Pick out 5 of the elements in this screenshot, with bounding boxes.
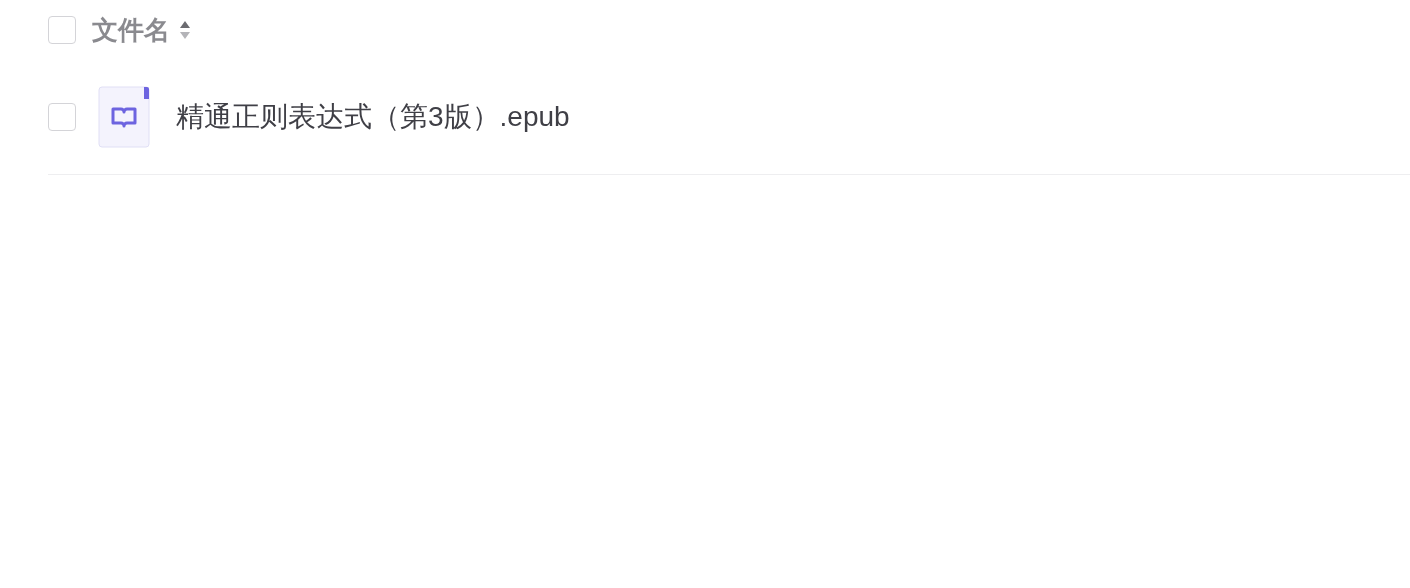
checkbox[interactable] — [48, 16, 76, 44]
book-file-icon — [98, 86, 150, 148]
sort-icon[interactable] — [179, 19, 191, 41]
checkbox[interactable] — [48, 103, 76, 131]
file-name[interactable]: 精通正则表达式（第3版）.epub — [176, 96, 570, 138]
